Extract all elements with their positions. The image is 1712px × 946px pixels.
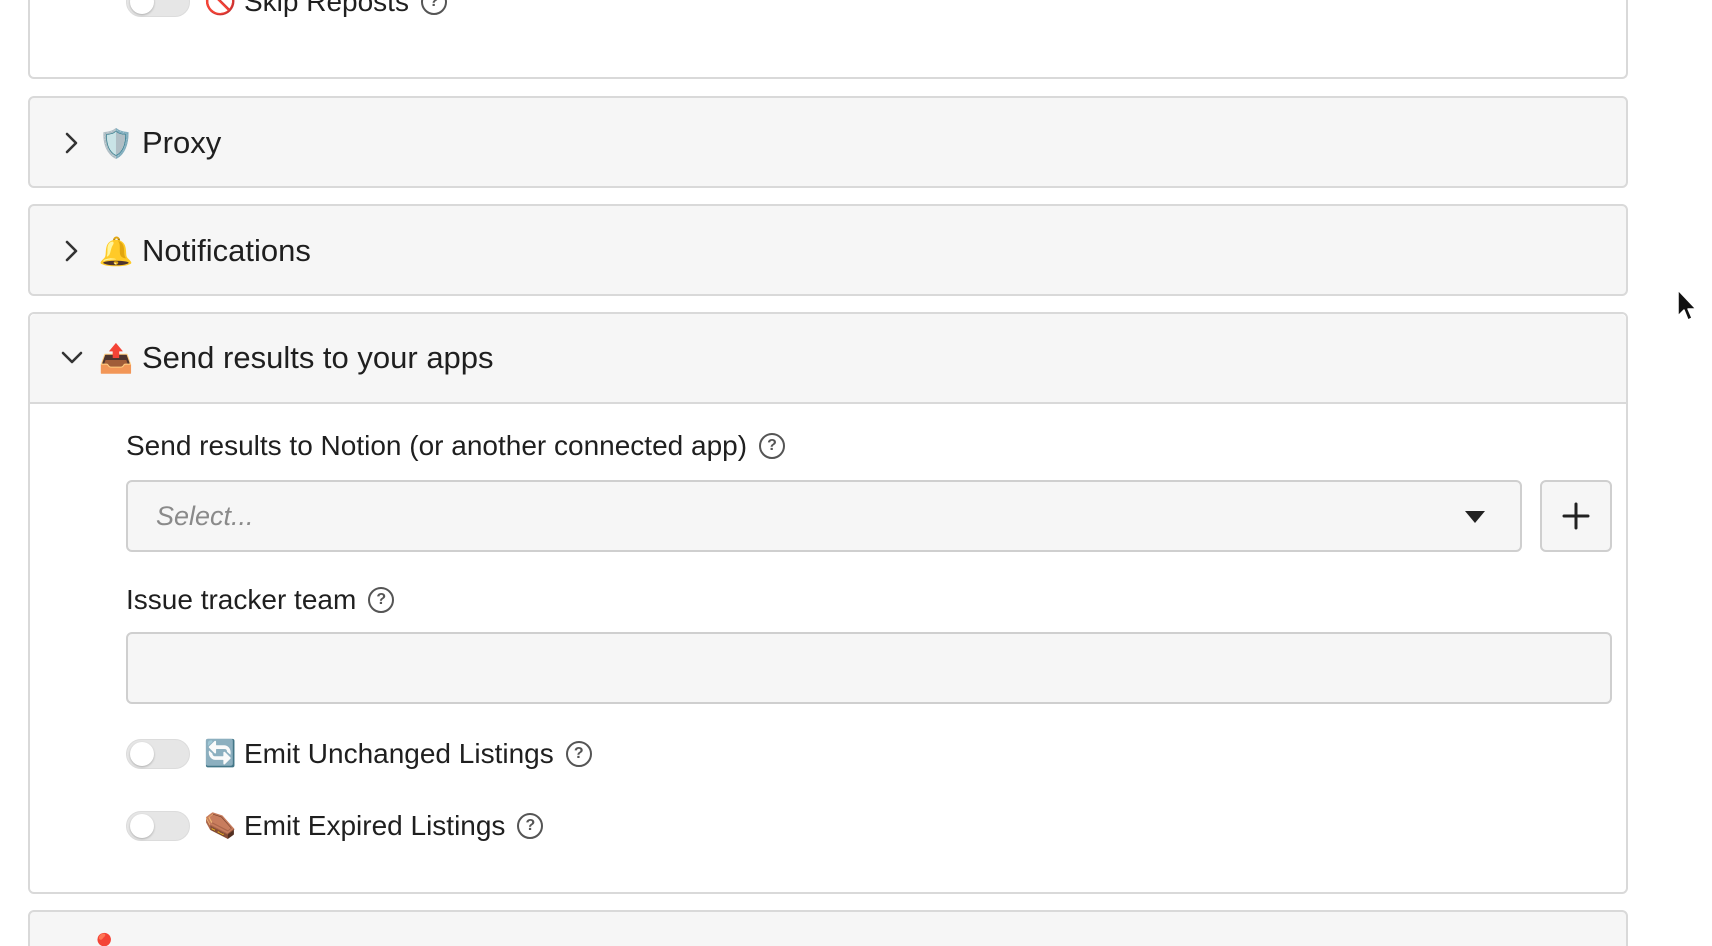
chevron-down-icon	[54, 340, 90, 376]
connected-app-label-row: Send results to Notion (or another conne…	[126, 430, 786, 462]
shield-icon: 🛡️	[98, 126, 134, 160]
caret-down-icon	[1464, 510, 1486, 529]
emit-unchanged-label: Emit Unchanged Listings	[244, 738, 554, 769]
help-icon[interactable]: ?	[368, 587, 395, 613]
send-results-header[interactable]: 📤 Send results to your apps	[30, 314, 1626, 404]
no-entry-icon: 🚫	[204, 0, 237, 17]
toggle-knob	[130, 742, 154, 766]
plus-icon	[1562, 502, 1590, 530]
toggle-knob	[130, 814, 154, 838]
panel-notifications: 🔔 Notifications	[28, 204, 1628, 296]
coffin-icon: ⚰️	[204, 811, 237, 841]
emit-expired-row: ⚰️ Emit Expired Listings ?	[126, 810, 544, 842]
notifications-header[interactable]: 🔔 Notifications	[30, 206, 1626, 296]
panel-send-results: 📤 Send results to your apps Send results…	[28, 312, 1628, 894]
bell-icon: 🔔	[98, 234, 134, 268]
skip-reposts-label: Skip Reposts	[244, 0, 409, 17]
chevron-right-icon	[54, 233, 90, 269]
select-placeholder: Select...	[156, 500, 254, 531]
notifications-title: Notifications	[142, 233, 311, 268]
pin-icon: 📍	[88, 932, 120, 946]
issue-tracker-input[interactable]	[126, 632, 1612, 704]
emit-expired-toggle[interactable]	[126, 811, 190, 841]
emit-unchanged-toggle[interactable]	[126, 739, 190, 769]
help-icon[interactable]: ?	[759, 433, 786, 459]
panel-previous-section: 🚫 Skip Reposts ?	[28, 0, 1628, 79]
add-connection-button[interactable]	[1540, 480, 1612, 552]
outbox-tray-icon: 📤	[98, 341, 134, 375]
emit-expired-label: Emit Expired Listings	[244, 810, 506, 841]
proxy-header[interactable]: 🛡️ Proxy	[30, 98, 1626, 188]
skip-reposts-row: 🚫 Skip Reposts ?	[126, 0, 447, 18]
issue-tracker-label-row: Issue tracker team ?	[126, 584, 395, 616]
settings-page: 🚫 Skip Reposts ? 🛡️ Proxy 🔔 Notification…	[0, 0, 1712, 946]
mouse-cursor-icon	[1677, 289, 1697, 321]
connected-app-label: Send results to Notion (or another conne…	[126, 430, 748, 461]
panel-proxy: 🛡️ Proxy	[28, 96, 1628, 188]
chevron-right-icon	[54, 125, 90, 161]
help-icon[interactable]: ?	[420, 0, 447, 15]
send-results-title: Send results to your apps	[142, 340, 494, 375]
help-icon[interactable]: ?	[517, 813, 544, 839]
connected-app-select[interactable]: Select...	[126, 480, 1522, 552]
panel-next-section: 📍	[28, 910, 1628, 946]
proxy-title: Proxy	[142, 125, 222, 160]
issue-tracker-label: Issue tracker team	[126, 584, 357, 615]
emit-unchanged-row: 🔄 Emit Unchanged Listings ?	[126, 738, 592, 770]
help-icon[interactable]: ?	[565, 741, 592, 767]
toggle-knob	[130, 0, 154, 14]
skip-reposts-toggle[interactable]	[126, 0, 190, 17]
refresh-icon: 🔄	[204, 739, 237, 769]
